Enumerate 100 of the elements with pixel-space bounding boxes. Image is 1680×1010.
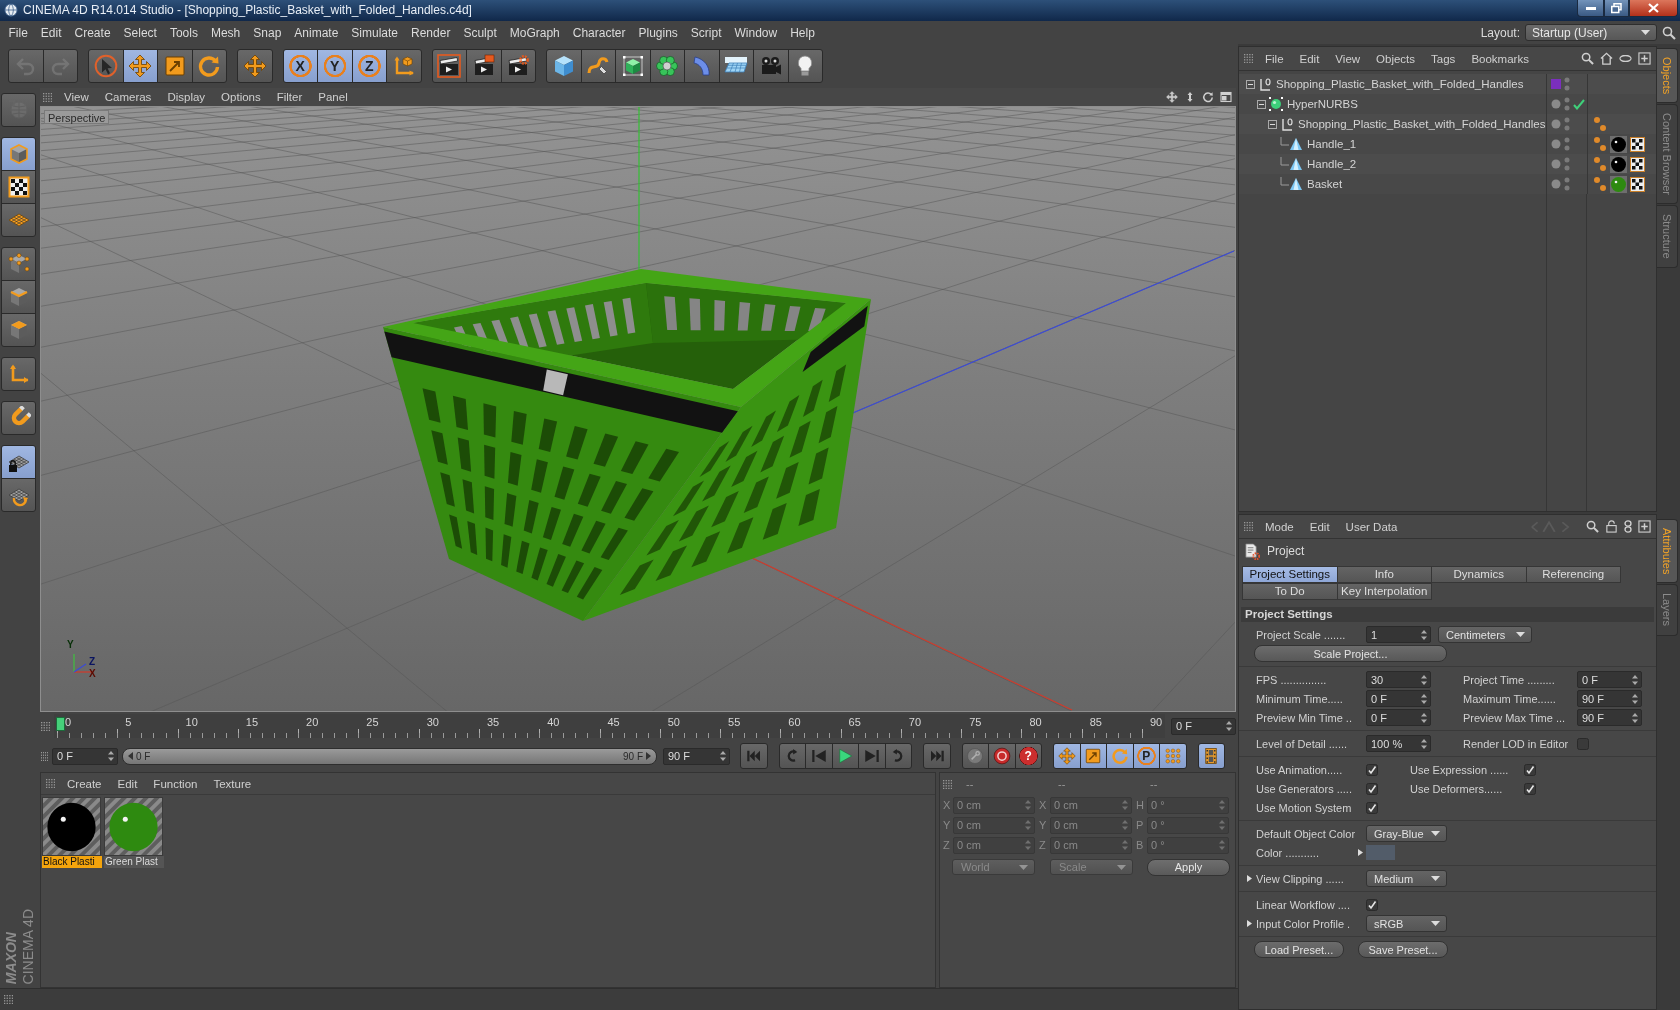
menu-item[interactable]: Character [566, 25, 632, 40]
spinner-icon[interactable] [108, 751, 114, 761]
grip-icon[interactable] [4, 995, 13, 1004]
light-button[interactable] [787, 49, 823, 83]
search-icon[interactable] [1581, 52, 1594, 65]
tab[interactable]: Referencing [1525, 566, 1621, 583]
parameter-button[interactable]: P [1132, 743, 1160, 769]
axis-lock-button[interactable]: X [282, 49, 318, 83]
layer-color-icon[interactable] [1551, 79, 1561, 89]
menu-item[interactable]: Function [145, 777, 206, 790]
deformer-button[interactable] [684, 49, 720, 83]
spinner-icon[interactable] [1421, 693, 1427, 704]
planar-workplane-button[interactable] [1, 478, 36, 512]
side-tab[interactable]: Attributes [1657, 519, 1678, 584]
texture-button[interactable] [1, 170, 36, 204]
scale-tool-button[interactable] [157, 49, 193, 83]
menu-item[interactable]: Edit [34, 25, 69, 40]
menu-item[interactable]: View [56, 91, 97, 103]
menu-item[interactable]: Render [404, 25, 457, 40]
spinner-icon[interactable] [720, 751, 726, 761]
record-button[interactable] [988, 743, 1016, 769]
minimize-button[interactable] [1577, 0, 1604, 17]
checkbox[interactable] [1366, 801, 1378, 814]
side-tab[interactable]: Objects [1657, 48, 1678, 104]
rotate-icon[interactable] [1202, 91, 1214, 103]
go-end-button[interactable] [923, 743, 951, 769]
axis-lock-button[interactable]: Y [317, 49, 353, 83]
grip-icon[interactable] [1244, 522, 1253, 531]
menu-item[interactable]: Mode [1257, 520, 1302, 533]
menu-item[interactable]: Window [728, 25, 784, 40]
checkbox[interactable] [1366, 782, 1378, 795]
scale-tool-button[interactable] [1079, 743, 1107, 769]
maximize-button[interactable] [1604, 0, 1629, 17]
menu-item[interactable]: Animate [287, 25, 345, 40]
visibility-dot-icon[interactable] [1551, 179, 1561, 189]
object-row[interactable]: Handle_2 [1239, 154, 1656, 174]
prev-key-button[interactable] [778, 743, 806, 769]
material-tag-icon[interactable] [1610, 155, 1627, 173]
move-tool-button[interactable] [122, 49, 158, 83]
spinner-icon[interactable] [1632, 693, 1638, 704]
menu-item[interactable]: Create [59, 777, 110, 790]
menu-item[interactable]: Edit [109, 777, 146, 790]
spinner-icon[interactable] [1421, 629, 1427, 640]
spinner-icon[interactable] [1632, 674, 1638, 685]
cloner-button[interactable] [649, 49, 685, 83]
go-start-button[interactable] [740, 743, 768, 769]
grip-icon[interactable] [41, 751, 48, 761]
subdivision-button[interactable] [615, 49, 651, 83]
visibility-dot-icon[interactable] [1551, 119, 1561, 129]
workplane-button[interactable] [1, 203, 36, 237]
menu-item[interactable]: Filter [268, 91, 311, 103]
menu-item[interactable]: Options [213, 91, 269, 103]
checkbox[interactable] [1366, 898, 1378, 911]
dropdown[interactable]: Medium [1366, 870, 1447, 887]
menu-item[interactable]: Script [684, 25, 728, 40]
checkbox[interactable] [1524, 763, 1536, 776]
action-button[interactable]: Save Preset... [1358, 941, 1448, 958]
grip-icon[interactable] [41, 721, 50, 731]
visibility-toggle-icon[interactable] [1564, 77, 1570, 91]
tab[interactable]: Project Settings [1242, 566, 1338, 583]
frame-field[interactable]: 0 F [52, 747, 118, 765]
plus-square-icon[interactable] [1638, 52, 1651, 65]
menu-item[interactable]: Mesh [204, 25, 247, 40]
dots-tag-icon[interactable] [1593, 156, 1607, 172]
locked-workplane-button[interactable] [1, 445, 36, 479]
tab[interactable]: Key Interpolation [1336, 583, 1432, 600]
last-tool-button[interactable] [237, 49, 273, 83]
rings-icon[interactable] [1624, 520, 1632, 533]
material-name[interactable]: Green Plast [104, 856, 164, 868]
collapse-icon[interactable] [1257, 99, 1266, 109]
expand-triangle-icon[interactable] [1246, 920, 1253, 927]
playhead[interactable] [56, 717, 65, 731]
checkbox[interactable] [1577, 737, 1589, 750]
menu-item[interactable]: File [1257, 52, 1292, 65]
menu-item[interactable]: Panel [310, 91, 356, 103]
checkbox[interactable] [1524, 782, 1536, 795]
visibility-dot-icon[interactable] [1551, 99, 1561, 109]
menu-item[interactable]: Texture [205, 777, 260, 790]
tab[interactable]: Info [1336, 566, 1432, 583]
spinner-icon[interactable] [1226, 721, 1232, 731]
spinner-icon[interactable] [1421, 712, 1427, 723]
menu-item[interactable]: Sculpt [456, 25, 504, 40]
number-field[interactable]: 0 F [1577, 671, 1642, 688]
visibility-toggle-icon[interactable] [1564, 157, 1570, 171]
move-tool-button[interactable] [1053, 743, 1081, 769]
menu-item[interactable]: Simulate [344, 25, 405, 40]
menu-item[interactable]: Objects [1368, 52, 1424, 65]
next-key-button[interactable] [884, 743, 912, 769]
object-row[interactable]: Shopping_Plastic_Basket_with_Folded_Handles [1239, 74, 1656, 94]
move-arrows-icon[interactable] [1166, 91, 1178, 103]
close-button[interactable] [1629, 0, 1678, 17]
tab[interactable]: To Do [1242, 583, 1338, 600]
material-name[interactable]: Black Plasti [42, 856, 102, 868]
play-button[interactable] [831, 743, 859, 769]
grip-icon[interactable] [43, 92, 52, 102]
points-button[interactable] [1, 247, 36, 281]
search-icon[interactable] [1662, 25, 1676, 40]
window-icon[interactable] [1220, 91, 1232, 103]
search-icon[interactable] [1586, 520, 1599, 533]
snap-button[interactable] [1, 401, 36, 435]
